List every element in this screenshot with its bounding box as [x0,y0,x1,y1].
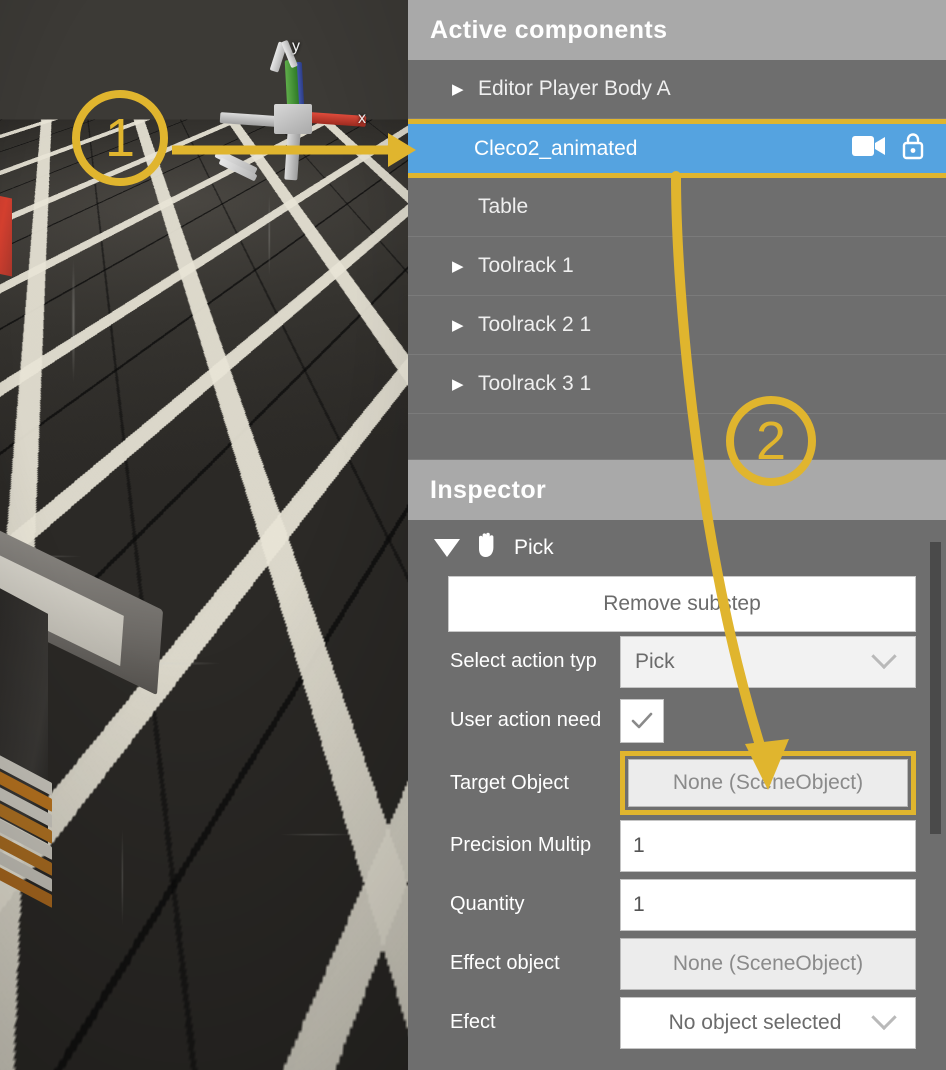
inspector-header: Inspector [408,460,946,520]
effect-object-field[interactable]: None (SceneObject) [620,937,916,990]
field-label: Select action typ [450,650,597,672]
effect-object-value: None (SceneObject) [672,951,864,975]
field-control[interactable]: No object selected [620,996,916,1049]
field-label: Target Object [450,771,569,794]
field-label: Precision Multip [450,834,592,856]
hierarchy-row-label: Cleco2_animated [474,136,638,160]
gizmo-label-y: y [292,38,300,55]
field-label: Effect object [450,952,560,974]
hierarchy-row-toolrack-2-1[interactable]: ▶ Toolrack 2 1 [408,296,946,355]
gizmo-label-x: x [358,110,366,127]
hierarchy-row-icons [852,132,924,166]
efect-value: No object selected [668,1010,842,1034]
check-icon [631,712,653,728]
gizmo-axis-negative-y[interactable] [284,129,301,181]
inspector-body: Pick Remove substep Select action typ Pi… [408,520,946,1052]
hierarchy-row-table[interactable]: ▶ Table [408,178,946,237]
field-effect-object: Effect object None (SceneObject) [408,934,946,993]
hierarchy-row-toolrack-3-1[interactable]: ▶ Toolrack 3 1 [408,355,946,414]
field-control[interactable] [620,695,916,747]
editor-side-panel: Active components ▶ Editor Player Body A… [408,0,946,1070]
inspector-title: Inspector [430,475,547,504]
action-type-dropdown[interactable]: Pick [620,635,916,688]
action-type-value: Pick [635,649,675,673]
field-efect: Efect No object selected [408,993,946,1052]
efect-dropdown[interactable]: No object selected [620,996,916,1049]
precision-multiplier-input[interactable]: 1 [620,819,916,872]
expand-caret-icon[interactable]: ▶ [452,82,472,97]
hierarchy-empty-row [408,414,946,460]
table-scene-object[interactable] [0,512,210,920]
active-components-header: Active components [408,0,946,60]
hierarchy-row-label: Table [478,195,529,218]
red-scene-object[interactable] [0,193,12,277]
component-name: Pick [514,536,554,559]
transform-gizmo[interactable]: y x [214,38,376,192]
user-action-needed-checkbox[interactable] [620,698,664,743]
scene-viewport[interactable]: y x [0,0,408,1070]
field-control[interactable]: 1 [620,878,916,931]
field-control[interactable]: None (SceneObject) [620,937,916,990]
hierarchy-row-label: Toolrack 3 1 [478,372,592,395]
component-header-pick[interactable]: Pick [408,520,946,576]
field-label: User action need [450,709,602,731]
quantity-input[interactable]: 1 [620,878,916,931]
remove-substep-button[interactable]: Remove substep [448,576,916,632]
expand-caret-icon[interactable]: ▶ [452,259,472,274]
gizmo-center-handle[interactable] [274,104,312,134]
hierarchy-row-label: Toolrack 1 [478,254,574,277]
expand-caret-icon[interactable]: ▶ [452,377,472,392]
field-control[interactable]: Pick [620,635,916,688]
field-quantity: Quantity 1 [408,875,946,934]
quantity-value: 1 [633,892,645,916]
hierarchy-row-label: Toolrack 2 1 [478,313,592,336]
hierarchy-row-cleco2-animated[interactable]: ▶ Cleco2_animated [408,119,946,178]
target-object-field[interactable]: None (SceneObject) [628,759,908,807]
active-components-title: Active components [430,15,668,44]
target-object-value: None (SceneObject) [672,771,864,794]
field-label: Efect [450,1011,496,1033]
chevron-down-icon [871,643,897,669]
camera-icon[interactable] [852,134,886,164]
field-select-action-type: Select action typ Pick [408,632,946,691]
field-user-action-needed: User action need [408,691,946,750]
target-object-highlight: None (SceneObject) [620,751,916,815]
field-target-object: Target Object None (SceneObject) [408,750,946,816]
field-label: Quantity [450,893,525,915]
hierarchy-row-toolrack-1[interactable]: ▶ Toolrack 1 [408,237,946,296]
hierarchy-list[interactable]: ▶ Editor Player Body A ▶ Cleco2_animated [408,60,946,460]
field-control[interactable]: 1 [620,819,916,872]
unlock-icon[interactable] [902,132,924,166]
chevron-down-icon [871,1004,897,1030]
hierarchy-row-editor-player-body-a[interactable]: ▶ Editor Player Body A [408,60,946,119]
field-precision-multiplier: Precision Multip 1 [408,816,946,875]
expand-caret-icon[interactable]: ▶ [452,318,472,333]
hierarchy-row-label: Editor Player Body A [478,77,671,100]
precision-multiplier-value: 1 [633,833,645,857]
hand-icon [474,531,500,565]
collapse-triangle-icon[interactable] [434,539,460,557]
